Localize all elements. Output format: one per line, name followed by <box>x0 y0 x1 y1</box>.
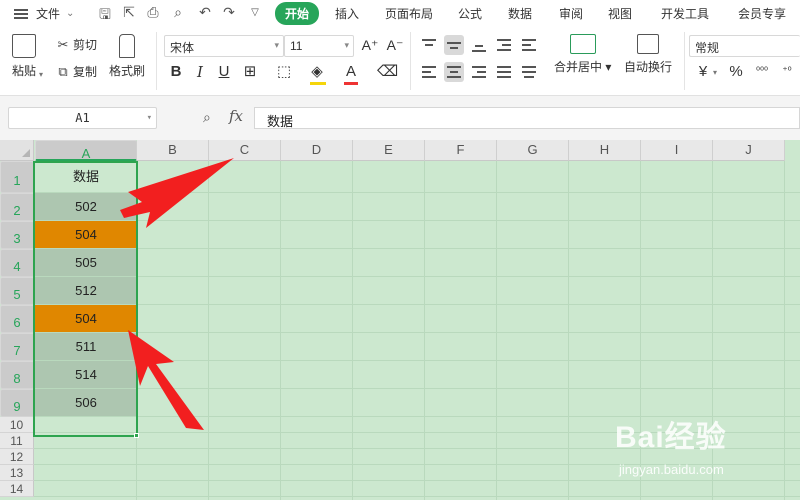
export-icon[interactable]: ⇱ <box>120 4 138 21</box>
align-middle-icon[interactable] <box>444 35 464 55</box>
clipboard-icon <box>12 34 36 58</box>
align-bottom-icon[interactable] <box>469 35 489 55</box>
hamburger-icon <box>14 8 28 19</box>
ribbon-divider <box>684 32 685 90</box>
borders-icon[interactable]: ⊞ <box>240 62 260 82</box>
number-format-select[interactable]: 常规 <box>689 35 800 57</box>
copy-icon: ⧉ <box>58 63 68 79</box>
bold-icon[interactable]: B <box>166 62 186 82</box>
scissors-icon: ✂ <box>57 36 69 52</box>
redo-icon[interactable]: ↷ <box>220 4 238 21</box>
ribbon-divider <box>410 32 411 90</box>
arrow-up-right <box>120 158 234 228</box>
percent-format-icon[interactable]: % <box>726 62 746 82</box>
currency-format-icon[interactable]: ¥ <box>693 62 713 82</box>
paste-label: 粘贴 <box>12 64 37 78</box>
align-center-icon[interactable] <box>444 62 464 82</box>
merge-cells-icon <box>569 34 596 54</box>
underline-icon[interactable]: U <box>214 62 234 82</box>
ribbon-toolbar: 粘贴 ▾ ✂ 剪切 ⧉ 复制 格式刷 宋体 ▾ 11 ▾ A⁺ A⁻ B I U… <box>0 26 800 96</box>
decrease-indent-icon[interactable] <box>494 35 514 55</box>
paste-button[interactable]: 粘贴 <box>12 34 36 79</box>
decimal-format-icon[interactable]: ⁺⁰ <box>777 62 797 82</box>
tab-data[interactable]: 数据 <box>508 5 532 22</box>
save-icon[interactable]: 🖫 <box>96 4 114 28</box>
file-menu[interactable]: 文件 ⌄ <box>14 5 74 22</box>
chevron-down-icon: ▾ <box>344 40 349 50</box>
menu-bar: 文件 ⌄ 🖫 ⇱ ⎙ ⌕ ↶ ↷ ▽ 开始 插入 页面布局 公式 数据 审阅 视… <box>0 0 800 26</box>
undo-icon[interactable]: ↶ <box>196 4 214 21</box>
chevron-down-icon: ▾ <box>274 40 279 50</box>
cell-reference: A1 <box>75 111 90 125</box>
chevron-down-icon: ⌄ <box>66 8 75 19</box>
fill-color-icon[interactable]: ◈ <box>307 62 327 82</box>
font-color-swatch <box>344 82 358 85</box>
copy-label: 复制 <box>73 65 98 79</box>
currency-dropdown-icon[interactable]: ▾ <box>713 68 717 77</box>
tab-member[interactable]: 会员专享 <box>738 5 786 22</box>
merge-center-button[interactable]: 合并居中 ▾ <box>554 34 611 75</box>
tab-formulas[interactable]: 公式 <box>458 5 482 22</box>
chevron-down-icon: ▾ <box>146 113 152 123</box>
cut-button[interactable]: ✂ 剪切 <box>56 36 97 53</box>
justify-icon[interactable] <box>494 62 514 82</box>
align-right-icon[interactable] <box>469 62 489 82</box>
paste-dropdown-icon[interactable]: ▾ <box>39 70 43 79</box>
quick-access-more-icon[interactable]: ▽ <box>246 7 264 18</box>
tab-review[interactable]: 审阅 <box>559 5 583 22</box>
wrap-text-label: 自动换行 <box>624 60 673 74</box>
tab-developer[interactable]: 开发工具 <box>661 5 709 22</box>
watermark-url: jingyan.baidu.com <box>619 462 724 477</box>
insert-function-icon[interactable]: fx <box>229 107 243 125</box>
fill-color-swatch <box>310 82 326 85</box>
copy-button[interactable]: ⧉ 复制 <box>56 63 97 80</box>
align-left-icon[interactable] <box>419 62 439 82</box>
name-box[interactable]: A1 ▾ <box>8 107 157 129</box>
align-top-icon[interactable] <box>419 35 439 55</box>
decrease-font-icon[interactable]: A⁻ <box>385 35 405 55</box>
arrow-down-right <box>128 330 204 430</box>
font-size-select[interactable]: 11 ▾ <box>284 35 354 57</box>
watermark-brand: Bai经验 <box>615 421 727 454</box>
spreadsheet-grid[interactable]: ABCDEFGHIJ 1 2 3 4 5 6 7 8 9 10 11 12 13 14 数据 502 504 5… <box>0 140 800 500</box>
increase-indent-icon[interactable] <box>519 35 539 55</box>
distributed-align-icon[interactable] <box>519 62 539 82</box>
tab-page-layout[interactable]: 页面布局 <box>385 5 433 22</box>
wrap-text-button[interactable]: 自动换行 <box>624 34 672 75</box>
font-size-value: 11 <box>290 39 303 53</box>
ribbon-divider <box>156 32 157 90</box>
thousands-format-icon[interactable]: ⁰⁰⁰ <box>752 62 772 82</box>
tab-insert[interactable]: 插入 <box>335 5 359 22</box>
cut-label: 剪切 <box>73 38 98 52</box>
increase-font-icon[interactable]: A⁺ <box>360 35 380 55</box>
number-format-value: 常规 <box>695 41 720 55</box>
tab-view[interactable]: 视图 <box>608 5 632 22</box>
clear-format-icon[interactable]: ⌫ <box>377 62 398 82</box>
font-color-icon[interactable]: A <box>341 62 361 82</box>
brush-icon <box>119 34 135 58</box>
font-name-select[interactable]: 宋体 ▾ <box>164 35 284 57</box>
magnifier-icon[interactable]: ⌕ <box>203 109 211 126</box>
print-preview-icon[interactable]: ⌕ <box>169 4 187 21</box>
print-icon[interactable]: ⎙ <box>144 4 162 21</box>
file-menu-label: 文件 <box>36 7 61 21</box>
cell-style-icon[interactable]: ⬚ <box>274 62 294 82</box>
font-name-value: 宋体 <box>170 41 195 55</box>
wrap-text-icon <box>637 34 659 54</box>
format-painter-label: 格式刷 <box>109 64 146 78</box>
formula-bar: A1 ▾ ⌕ fx 数据 <box>0 96 800 140</box>
formula-input[interactable]: 数据 <box>254 107 800 129</box>
format-painter-button[interactable]: 格式刷 <box>109 34 145 79</box>
baidu-watermark: Bai经验 jingyan.baidu.com <box>615 412 795 492</box>
merge-center-label: 合并居中 ▾ <box>554 60 612 74</box>
italic-icon[interactable]: I <box>190 62 210 82</box>
tab-home[interactable]: 开始 <box>275 2 320 25</box>
